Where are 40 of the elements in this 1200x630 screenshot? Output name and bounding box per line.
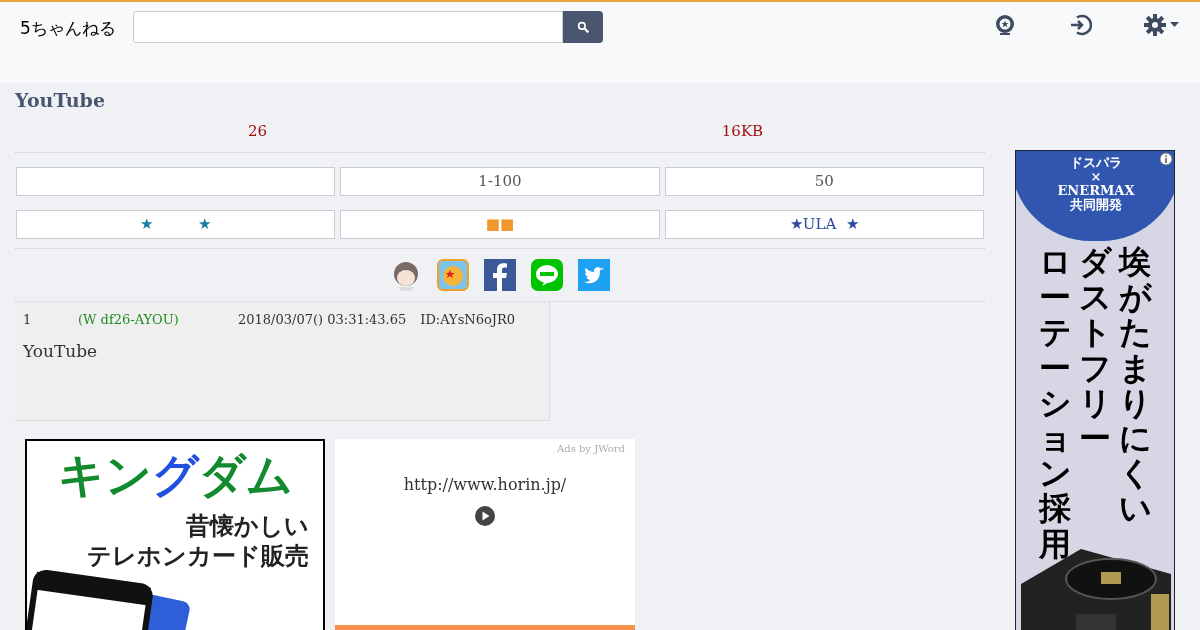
ad-headline: キン	[57, 447, 152, 504]
thread-size: 16KB	[721, 122, 764, 140]
play-icon	[475, 506, 495, 526]
settings-icon[interactable]	[1144, 13, 1180, 37]
poster-name: (W df26-AYOU)	[78, 311, 180, 329]
ad-text: 共同開発	[1070, 198, 1122, 212]
ad-vertical-text: ダストフリー	[1079, 245, 1111, 459]
advertisement[interactable]: Ads by JWord http://www.horin.jp/	[335, 439, 635, 630]
search-field[interactable]	[133, 11, 563, 43]
ad-text: ドスパラ	[1070, 156, 1122, 170]
nav-button[interactable]: 50	[664, 167, 984, 196]
ad-credit: Ads by JWord	[557, 442, 625, 456]
twitter-icon[interactable]	[578, 259, 610, 291]
ad-headline: グ	[151, 447, 199, 504]
badge-gear-icon[interactable]	[994, 13, 1016, 37]
advertisement[interactable]: キングダム 昔懐かしい テレホンカード販売	[25, 439, 325, 630]
reply-count: 26	[247, 122, 268, 140]
ad-text: 昔懐かしい	[186, 511, 309, 541]
ad-text: ENERMAX	[1057, 184, 1135, 198]
site-logo[interactable]: 5ちゃんねる	[20, 11, 133, 45]
search-button[interactable]	[563, 11, 603, 43]
link-button[interactable]: ★ ★	[16, 210, 336, 239]
search-icon	[576, 20, 590, 34]
facebook-icon[interactable]	[484, 259, 516, 291]
login-icon[interactable]	[1068, 13, 1092, 37]
ad-text: テレホンカード販売	[87, 541, 309, 571]
advertisement[interactable]: ドスパラ × ENERMAX 共同開発 ローテーション採用 ダストフリー 埃がたまりにくい	[1015, 150, 1175, 630]
post-body: YouTube	[23, 340, 99, 363]
link-button[interactable]: ★ULA ★	[664, 210, 984, 239]
thread-title: YouTube	[15, 88, 106, 112]
ad-vertical-text: ローテーション採用	[1039, 245, 1071, 562]
nav-button[interactable]: 1-100	[340, 167, 660, 196]
ad-text: ×	[1090, 170, 1102, 184]
ad-vertical-text: 埃がたまりにくい	[1119, 245, 1151, 530]
info-icon[interactable]	[1159, 152, 1173, 166]
post-number: 1	[23, 311, 33, 329]
ad-url: http://www.horin.jp/	[403, 474, 567, 496]
post-date: 2018/03/07() 03:31:43.65	[238, 311, 407, 329]
ball-app-icon[interactable]	[437, 259, 469, 291]
poster-id: ID:AYsN6oJR0	[420, 311, 516, 329]
